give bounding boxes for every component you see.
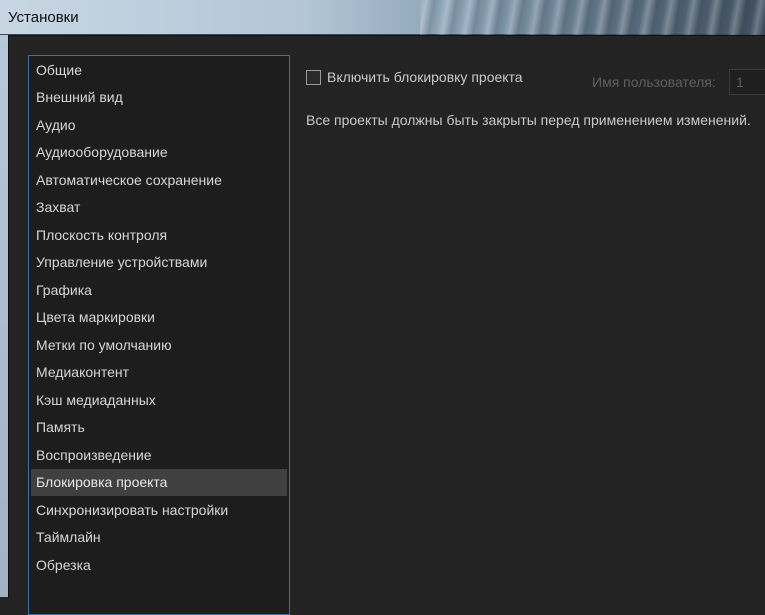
sidebar-item-appearance[interactable]: Внешний вид (31, 84, 287, 111)
enable-project-lock-checkbox[interactable] (306, 70, 321, 85)
sidebar-item-label-colors[interactable]: Цвета маркировки (31, 304, 287, 331)
sidebar-item-timeline[interactable]: Таймлайн (31, 524, 287, 551)
sidebar-item-general[interactable]: Общие (31, 57, 287, 84)
sidebar-item-control-surface[interactable]: Плоскость контроля (31, 222, 287, 249)
title-bar[interactable]: Установки (0, 0, 765, 35)
window-title: Установки (8, 9, 79, 26)
title-bar-background (420, 0, 765, 35)
sidebar-item-media[interactable]: Медиаконтент (31, 359, 287, 386)
sidebar-item-trim[interactable]: Обрезка (31, 552, 287, 579)
sidebar-item-audio[interactable]: Аудио (31, 112, 287, 139)
username-field[interactable]: 1 (729, 69, 765, 95)
enable-project-lock-label[interactable]: Включить блокировку проекта (327, 69, 523, 85)
sidebar-item-label-defaults[interactable]: Метки по умолчанию (31, 332, 287, 359)
sidebar-item-sync-settings[interactable]: Синхронизировать настройки (31, 497, 287, 524)
preferences-category-list[interactable]: Общие Внешний вид Аудио Аудиооборудовани… (28, 55, 290, 615)
sidebar-item-audio-hardware[interactable]: Аудиооборудование (31, 139, 287, 166)
restart-note: Все проекты должны быть закрыты перед пр… (306, 112, 751, 128)
sidebar-item-memory[interactable]: Память (31, 414, 287, 441)
sidebar-item-media-cache[interactable]: Кэш медиаданных (31, 387, 287, 414)
sidebar-item-capture[interactable]: Захват (31, 194, 287, 221)
sidebar-item-graphics[interactable]: Графика (31, 277, 287, 304)
sidebar-item-project-locking[interactable]: Блокировка проекта (31, 469, 287, 496)
sidebar-item-device-control[interactable]: Управление устройствами (31, 249, 287, 276)
sidebar-item-auto-save[interactable]: Автоматическое сохранение (31, 167, 287, 194)
username-label: Имя пользователя: (592, 74, 716, 90)
sidebar-item-playback[interactable]: Воспроизведение (31, 442, 287, 469)
window-frame-left (0, 35, 8, 597)
